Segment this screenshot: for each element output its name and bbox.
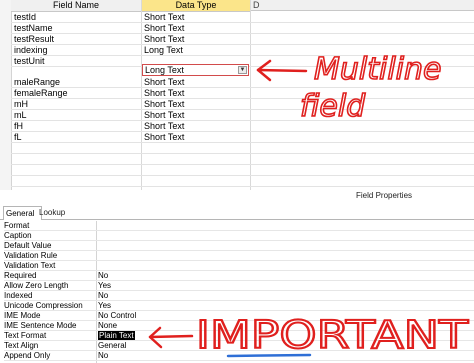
important-underline [226, 353, 312, 358]
arrow-multiline-annotation [256, 59, 308, 82]
annotation-layer: Multiline field IMPORTANT [148, 51, 470, 358]
arrow-important-annotation [148, 326, 194, 349]
multiline-annotation-text: Multiline [314, 52, 441, 87]
field-annotation-text: field [300, 89, 366, 124]
important-annotation-text: IMPORTANT [196, 313, 469, 357]
